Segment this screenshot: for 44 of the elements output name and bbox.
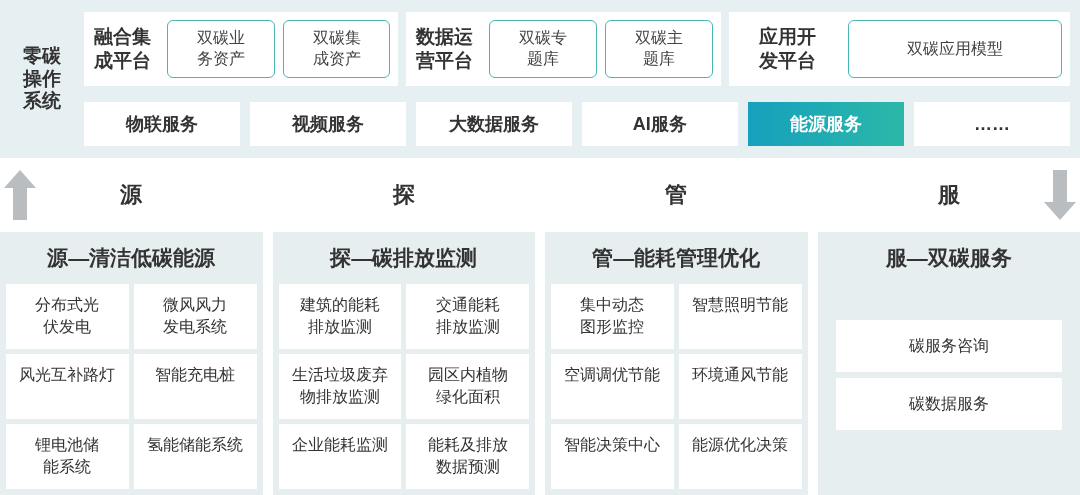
feature-box: 风光互补路灯 [6, 354, 129, 419]
module-box: 双碳集成资产 [282, 20, 391, 78]
category-title: 服—双碳服务 [884, 245, 1013, 271]
stage-label: 探 [392, 181, 415, 209]
feature-box: 分布式光伏发电 [6, 284, 129, 349]
platform-label: 应用开发平台 [759, 25, 818, 73]
down-arrow-icon [1044, 170, 1076, 220]
feature-box: 园区内植物绿化面积 [406, 354, 529, 419]
feature-box: 氢能储能系统 [133, 424, 257, 489]
feature-box: 智能决策中心 [551, 424, 674, 489]
stage-label: 服 [937, 181, 960, 209]
feature-box: 生活垃圾废弃物排放监测 [278, 354, 402, 419]
module-box: 双碳应用模型 [848, 20, 1062, 78]
feature-box: 集中动态图形监控 [551, 284, 674, 349]
service-tab[interactable]: AI服务 [581, 102, 738, 146]
service-tab[interactable]: 物联服务 [83, 102, 240, 146]
category-title: 探—碳排放监测 [328, 245, 479, 271]
feature-box: 碳服务咨询 [835, 319, 1062, 372]
category-title: 管—能耗管理优化 [591, 245, 762, 271]
module-box: 双碳主题库 [605, 20, 714, 78]
service-tab[interactable]: …… [913, 102, 1070, 146]
feature-box: 微风风力发电系统 [133, 284, 257, 349]
stage-label: 源 [120, 181, 143, 209]
platform-label: 融合集成平台 [93, 25, 152, 73]
feature-box: 锂电池储能系统 [6, 424, 129, 489]
feature-box: 碳数据服务 [835, 377, 1062, 430]
feature-box: 智能充电桩 [133, 354, 257, 419]
stage-label: 管 [665, 181, 688, 209]
feature-box: 能耗及排放数据预测 [406, 424, 529, 489]
feature-box: 交通能耗排放监测 [406, 284, 529, 349]
feature-box: 建筑的能耗排放监测 [278, 284, 402, 349]
platform-label: 数据运营平台 [416, 25, 475, 73]
module-box: 双碳专题库 [489, 20, 598, 78]
category-title: 源—清洁低碳能源 [46, 245, 217, 271]
service-tab[interactable]: 视频服务 [249, 102, 406, 146]
feature-box: 智慧照明节能 [678, 284, 802, 349]
feature-box: 能源优化决策 [678, 424, 802, 489]
up-arrow-icon [4, 170, 36, 220]
module-box: 双碳业务资产 [166, 20, 275, 78]
feature-box: 企业能耗监测 [278, 424, 402, 489]
feature-box: 环境通风节能 [678, 354, 802, 419]
system-label: 零碳操作系统 [21, 44, 62, 114]
service-tab[interactable]: 大数据服务 [415, 102, 572, 146]
feature-box: 空调调优节能 [551, 354, 674, 419]
